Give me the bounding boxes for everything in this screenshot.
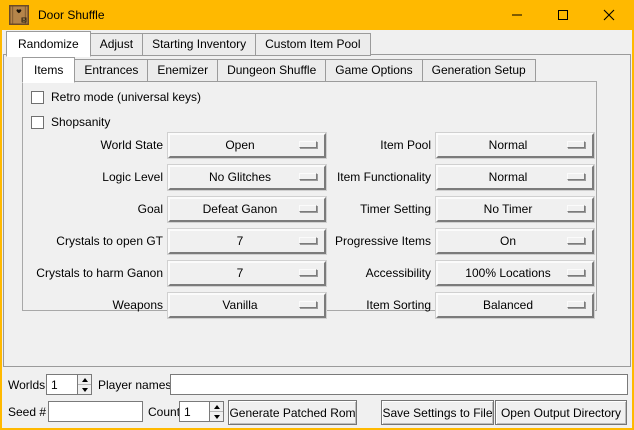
optionmenu-bar-icon: [299, 269, 317, 276]
close-button[interactable]: [586, 0, 632, 30]
crystals-ganon-dropdown[interactable]: 7: [168, 261, 326, 286]
optionmenu-bar-icon: [567, 173, 585, 180]
player-names-input[interactable]: [170, 374, 628, 395]
items-tab-panel: Retro mode (universal keys) Shopsanity W…: [22, 81, 597, 311]
shopsanity-checkbox-box[interactable]: [31, 116, 44, 129]
minimize-button[interactable]: [494, 0, 540, 30]
item-functionality-label: Item Functionality: [326, 170, 431, 184]
count-label: Count: [148, 405, 180, 419]
item-functionality-dropdown[interactable]: Normal: [436, 165, 594, 190]
footer-bar: Worlds 1 Player names Seed # Count 1: [2, 368, 632, 428]
weapons-dropdown[interactable]: Vanilla: [168, 293, 326, 318]
worlds-spinner[interactable]: 1: [46, 374, 92, 395]
optionmenu-bar-icon: [299, 205, 317, 212]
generate-patched-rom-button[interactable]: Generate Patched Rom: [228, 400, 357, 425]
settings-row: Logic Level No Glitches Item Functionali…: [23, 161, 596, 193]
logic-level-label: Logic Level: [23, 170, 163, 184]
optionmenu-bar-icon: [567, 141, 585, 148]
open-output-directory-button[interactable]: Open Output Directory: [495, 400, 627, 425]
settings-row: Goal Defeat Ganon Timer Setting No Timer: [23, 193, 596, 225]
timer-setting-dropdown[interactable]: No Timer: [436, 197, 594, 222]
worlds-label: Worlds: [8, 378, 45, 392]
weapons-label: Weapons: [23, 298, 163, 312]
world-state-dropdown[interactable]: Open: [168, 133, 326, 158]
tab-items[interactable]: Items: [22, 57, 75, 83]
logic-level-dropdown[interactable]: No Glitches: [168, 165, 326, 190]
optionmenu-bar-icon: [299, 237, 317, 244]
tab-enemizer[interactable]: Enemizer: [147, 59, 218, 82]
accessibility-label: Accessibility: [326, 266, 431, 280]
goal-dropdown[interactable]: Defeat Ganon: [168, 197, 326, 222]
player-names-label: Player names: [98, 378, 171, 392]
count-spin-up-button[interactable]: [210, 402, 223, 412]
settings-row: Crystals to open GT 7 Progressive Items …: [23, 225, 596, 257]
settings-row: Crystals to harm Ganon 7 Accessibility 1…: [23, 257, 596, 289]
tab-dungeon-shuffle[interactable]: Dungeon Shuffle: [217, 59, 326, 82]
item-sorting-label: Item Sorting: [326, 298, 431, 312]
item-sorting-dropdown[interactable]: Balanced: [436, 293, 594, 318]
crystals-ganon-label: Crystals to harm Ganon: [23, 266, 163, 280]
down-arrow-icon: [82, 388, 88, 392]
optionmenu-bar-icon: [567, 237, 585, 244]
minimize-icon: [511, 9, 523, 21]
retro-mode-checkbox-box[interactable]: [31, 91, 44, 104]
retro-mode-label: Retro mode (universal keys): [51, 90, 201, 104]
tab-adjust[interactable]: Adjust: [90, 33, 143, 56]
worlds-spin-down-button[interactable]: [78, 385, 91, 394]
crystals-gt-dropdown[interactable]: 7: [168, 229, 326, 254]
tab-randomize[interactable]: Randomize: [6, 31, 91, 57]
world-state-label: World State: [23, 138, 163, 152]
save-settings-button[interactable]: Save Settings to File: [381, 400, 494, 425]
optionmenu-bar-icon: [567, 205, 585, 212]
up-arrow-icon: [82, 378, 88, 382]
secondary-tab-bar: Items Entrances Enemizer Dungeon Shuffle…: [22, 57, 535, 82]
tab-custom-item-pool[interactable]: Custom Item Pool: [255, 33, 370, 56]
count-spinner[interactable]: 1: [179, 401, 224, 422]
tab-starting-inventory[interactable]: Starting Inventory: [142, 33, 256, 56]
tab-entrances[interactable]: Entrances: [74, 59, 148, 82]
optionmenu-bar-icon: [567, 269, 585, 276]
optionmenu-bar-icon: [567, 301, 585, 308]
progressive-items-dropdown[interactable]: On: [436, 229, 594, 254]
worlds-spin-up-button[interactable]: [78, 375, 91, 385]
timer-setting-label: Timer Setting: [326, 202, 431, 216]
optionmenu-bar-icon: [299, 173, 317, 180]
progressive-items-label: Progressive Items: [326, 234, 431, 248]
accessibility-dropdown[interactable]: 100% Locations: [436, 261, 594, 286]
window-title: Door Shuffle: [38, 8, 105, 22]
optionmenu-bar-icon: [299, 301, 317, 308]
seed-label: Seed #: [8, 405, 46, 419]
seed-input[interactable]: [48, 401, 143, 422]
shopsanity-label: Shopsanity: [51, 115, 110, 129]
window-controls: [494, 0, 632, 30]
settings-grid: World State Open Item Pool Normal Logic …: [23, 129, 596, 321]
tab-generation-setup[interactable]: Generation Setup: [422, 59, 536, 82]
main-area: Randomize Adjust Starting Inventory Cust…: [2, 30, 632, 428]
tab-game-options[interactable]: Game Options: [325, 59, 422, 82]
app-window: B Door Shuffle Randomize Adjust Starting…: [0, 0, 634, 430]
goal-label: Goal: [23, 202, 163, 216]
count-spin-down-button[interactable]: [210, 412, 223, 421]
crystals-gt-label: Crystals to open GT: [23, 234, 163, 248]
primary-tab-bar: Randomize Adjust Starting Inventory Cust…: [6, 31, 370, 56]
settings-row: Weapons Vanilla Item Sorting Balanced: [23, 289, 596, 321]
up-arrow-icon: [214, 405, 220, 409]
maximize-icon: [557, 9, 569, 21]
checkbox-retro-mode[interactable]: Retro mode (universal keys): [31, 88, 201, 106]
settings-row: World State Open Item Pool Normal: [23, 129, 596, 161]
close-icon: [603, 9, 615, 21]
maximize-button[interactable]: [540, 0, 586, 30]
item-pool-label: Item Pool: [326, 138, 431, 152]
door-heart-icon: B: [9, 5, 29, 25]
down-arrow-icon: [214, 415, 220, 419]
item-pool-dropdown[interactable]: Normal: [436, 133, 594, 158]
optionmenu-bar-icon: [299, 141, 317, 148]
titlebar[interactable]: B Door Shuffle: [0, 0, 634, 30]
